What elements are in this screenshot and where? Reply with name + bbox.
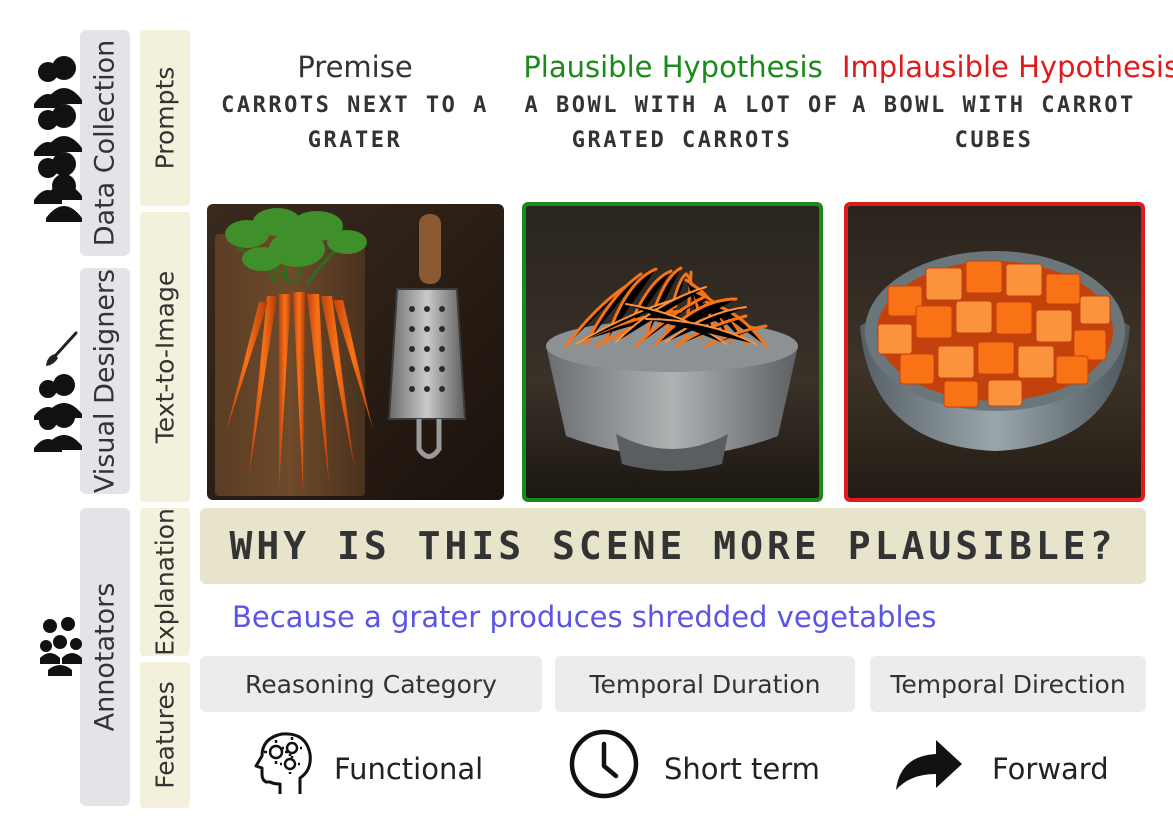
caption-plausible-line2: GRATED CARROTS — [571, 128, 793, 153]
question-text: WHY IS THIS SCENE MORE PLAUSIBLE? — [229, 524, 1117, 568]
stage-label-prompts: Prompts — [150, 66, 180, 170]
stage-explanation: Explanation — [140, 508, 190, 656]
group-annotators: Annotators — [80, 508, 130, 806]
group-label-data-collection: Data Collection — [89, 39, 121, 247]
caption-implausible-line2: CUBES — [954, 128, 1034, 153]
feature-value-temporal-direction: Forward — [992, 752, 1109, 786]
designers-icon — [34, 374, 82, 452]
column-heading-plausible: Plausible Hypothesis — [523, 50, 823, 84]
implausible-image — [844, 202, 1145, 502]
feature-label-temporal-duration: Temporal Duration — [589, 669, 821, 699]
feature-label-reasoning-category: Reasoning Category — [245, 669, 497, 699]
head-gears-icon — [254, 732, 312, 794]
carrot-cubes-bowl-illustration — [848, 206, 1141, 498]
column-heading-implausible: Implausible Hypothesis — [842, 50, 1173, 84]
plausible-image — [522, 202, 823, 502]
caption-premise-line1: CARROTS NEXT TO A — [221, 93, 489, 118]
caption-plausible: A BOWL WITH A LOT OF GRATED CARROTS — [518, 88, 846, 158]
premise-image — [207, 204, 504, 500]
group-visual-designers: Visual Designers — [80, 268, 130, 494]
caption-implausible-line1: A BOWL WITH CARROT — [852, 93, 1136, 118]
annotators-icon — [40, 617, 82, 676]
carrots-grater-illustration — [207, 204, 504, 500]
people-group-icon — [34, 56, 82, 222]
stage-label-features: Features — [150, 681, 180, 789]
explanation-text: Because a grater produces shredded veget… — [232, 600, 937, 634]
question-banner: WHY IS THIS SCENE MORE PLAUSIBLE? — [200, 508, 1146, 584]
stage-text-to-image: Text-to-Image — [140, 212, 190, 502]
stage-prompts: Prompts — [140, 30, 190, 206]
grated-carrots-bowl-illustration — [526, 206, 819, 498]
caption-implausible: A BOWL WITH CARROT CUBES — [842, 88, 1146, 158]
feature-label-temporal-direction: Temporal Direction — [890, 669, 1126, 699]
feature-value-reasoning-category: Functional — [334, 752, 484, 786]
stage-features: Features — [140, 662, 190, 808]
feature-box-temporal-direction: Temporal Direction — [870, 656, 1146, 712]
caption-premise-line2: GRATER — [307, 128, 403, 153]
forward-arrow-icon — [896, 740, 962, 790]
stage-label-explanation: Explanation — [150, 508, 180, 656]
caption-premise: CARROTS NEXT TO A GRATER — [205, 88, 505, 158]
paintbrush-icon — [46, 331, 78, 366]
group-label-visual-designers: Visual Designers — [89, 268, 121, 494]
stage-label-text-to-image: Text-to-Image — [150, 270, 180, 444]
group-data-collection: Data Collection — [80, 30, 130, 256]
group-label-annotators: Annotators — [89, 582, 121, 732]
feature-value-temporal-duration: Short term — [664, 752, 820, 786]
caption-plausible-line1: A BOWL WITH A LOT OF — [524, 93, 840, 118]
feature-box-temporal-duration: Temporal Duration — [555, 656, 855, 712]
feature-box-reasoning-category: Reasoning Category — [200, 656, 542, 712]
column-heading-premise: Premise — [297, 50, 413, 84]
clock-icon — [569, 729, 639, 799]
